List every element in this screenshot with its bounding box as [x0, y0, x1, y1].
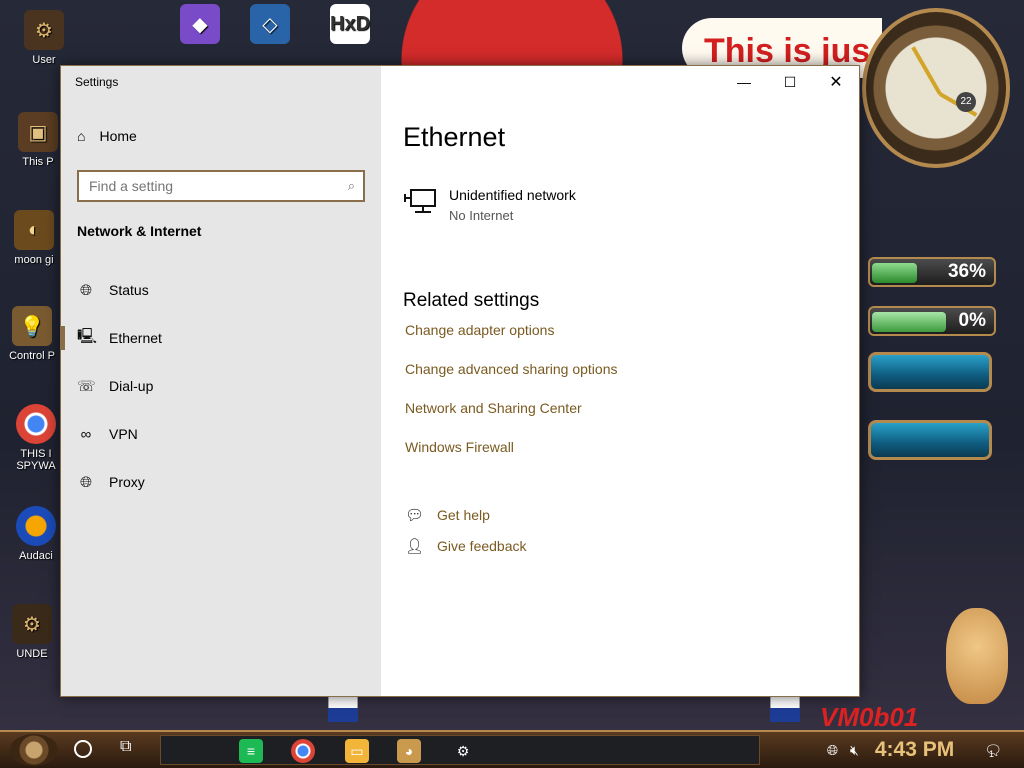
give-feedback-label: Give feedback: [437, 538, 527, 554]
globe-icon: 🌐︎: [79, 281, 92, 299]
related-settings-title: Related settings: [403, 290, 540, 311]
nav-item-label: Proxy: [109, 474, 145, 490]
cpu-gauge-value: 36%: [947, 261, 986, 282]
search-icon[interactable]: ⌕: [348, 178, 355, 194]
memory-gauge: 0%: [868, 306, 996, 336]
desktop-icon-virtualbox[interactable]: ◇: [240, 4, 300, 48]
window-title: Settings: [75, 75, 119, 89]
computer-icon: ▣: [18, 112, 58, 152]
nav-item-label: VPN: [109, 426, 138, 442]
chrome-icon: [16, 404, 56, 444]
nav-item-label: Status: [109, 282, 149, 298]
desktop-icon-audacity[interactable]: Audaci: [6, 506, 66, 562]
visual-studio-icon: ◆: [180, 4, 220, 44]
taskbar-apps: ≡ ▭ ◕ ⚙: [160, 735, 760, 765]
nav-item-proxy[interactable]: 🌐︎ Proxy: [61, 458, 381, 506]
home-nav-item[interactable]: ⌂ Home: [77, 128, 137, 144]
home-icon: ⌂: [77, 128, 86, 144]
desktop-icon-chrome[interactable]: THIS I SPYWA: [6, 404, 66, 472]
desktop-icon-label: Audaci: [19, 550, 53, 562]
lightbulb-icon: 💡: [12, 306, 52, 346]
user-folder-icon: ⚙: [24, 10, 64, 50]
feedback-icon: 👤︎: [405, 538, 425, 555]
desktop-icon-label: moon gi: [14, 254, 54, 266]
notification-count-badge: 1: [988, 749, 994, 759]
desktop-icon-this-pc[interactable]: ▣ This P: [8, 112, 68, 168]
link-windows-firewall[interactable]: Windows Firewall: [405, 439, 618, 478]
link-network-sharing-center[interactable]: Network and Sharing Center: [405, 400, 618, 439]
link-change-advanced-sharing[interactable]: Change advanced sharing options: [405, 361, 618, 400]
hamster-app-icon[interactable]: ◕: [397, 739, 421, 763]
cpu-gauge: 36%: [868, 257, 996, 287]
virtualbox-icon: ◇: [250, 4, 290, 44]
settings-content: Ethernet Unidentified network No Interne…: [403, 66, 859, 696]
link-change-adapter-options[interactable]: Change adapter options: [405, 322, 618, 361]
disk-tube-1: [868, 352, 992, 392]
nav-item-label: Ethernet: [109, 330, 162, 346]
vpn-icon: ∞: [80, 425, 92, 443]
desktop-icon-hxd[interactable]: HxD: [320, 4, 380, 48]
get-help-link[interactable]: 💬︎ Get help: [405, 506, 490, 524]
hamster-image: [946, 608, 1008, 704]
desktop-icon-unde[interactable]: ⚙ UNDE: [2, 604, 62, 660]
nav-item-dialup[interactable]: ☏ Dial-up: [61, 362, 381, 410]
settings-search-box[interactable]: ⌕: [77, 170, 365, 202]
section-label: Network & Internet: [77, 223, 202, 239]
desktop-icon-control-panel[interactable]: 💡 Control P: [2, 306, 62, 362]
cpu-gauge-fill: [872, 263, 917, 283]
start-button[interactable]: [10, 734, 58, 766]
nav-item-label: Dial-up: [109, 378, 154, 394]
taskbar: ⧉ ≡ ▭ ◕ ⚙ 🌐︎ 🔇︎ 4:43 PM 🗨︎ 1: [0, 730, 1024, 768]
desktop-icon-label: UNDE: [16, 648, 48, 660]
moon-icon: ◐: [14, 210, 54, 250]
network-text: Unidentified network No Internet: [449, 186, 576, 223]
related-settings-links: Change adapter options Change advanced s…: [405, 322, 618, 478]
chrome-taskbar-icon[interactable]: [291, 739, 315, 763]
get-help-label: Get help: [437, 507, 490, 523]
network-status-block[interactable]: Unidentified network No Internet: [403, 186, 576, 223]
audacity-icon: [16, 506, 56, 546]
task-view-icon[interactable]: ⧉: [120, 738, 131, 756]
network-computer-icon: [404, 189, 436, 213]
memory-gauge-value: 0%: [958, 310, 986, 331]
memory-gauge-fill: [872, 312, 947, 332]
hxd-icon: HxD: [330, 4, 370, 44]
network-nav: 🌐︎ Status 🖳︎ Ethernet ☏ Dial-up ∞ VPN 🌐︎…: [61, 266, 381, 506]
settings-window: Settings ⌂ Home ⌕ Network & Internet 🌐︎ …: [60, 65, 860, 697]
desktop-icon-visual-studio[interactable]: ◆: [170, 4, 230, 48]
search-input[interactable]: [89, 178, 348, 194]
vm-text: VM0b01: [820, 702, 919, 730]
help-chat-icon: 💬︎: [405, 507, 425, 524]
clock-day-label: 22: [956, 92, 976, 112]
network-tray-icon[interactable]: 🌐︎: [827, 742, 838, 759]
nav-item-vpn[interactable]: ∞ VPN: [61, 410, 381, 458]
network-status: No Internet: [449, 208, 514, 223]
gear-icon: ⚙: [12, 604, 52, 644]
network-name: Unidentified network: [449, 187, 576, 203]
cortana-search-icon[interactable]: [74, 740, 92, 758]
desktop-icon-label: Control P: [9, 350, 55, 362]
dialup-icon: ☏: [77, 378, 96, 395]
spotify-icon[interactable]: ≡: [239, 739, 263, 763]
desktop-icon-moon[interactable]: ◐ moon gi: [4, 210, 64, 266]
nav-item-status[interactable]: 🌐︎ Status: [61, 266, 381, 314]
give-feedback-link[interactable]: 👤︎ Give feedback: [405, 537, 527, 555]
steampunk-clock-widget: 22: [862, 8, 1010, 168]
ethernet-icon: 🖳︎: [77, 327, 98, 345]
nav-item-ethernet[interactable]: 🖳︎ Ethernet: [61, 314, 381, 362]
file-explorer-icon[interactable]: ▭: [345, 739, 369, 763]
disk-tube-2: [868, 420, 992, 460]
page-title: Ethernet: [403, 122, 506, 152]
desktop-icon-label: THIS I SPYWA: [16, 448, 56, 472]
taskbar-clock[interactable]: 4:43 PM: [875, 738, 954, 762]
globe-icon: 🌐︎: [79, 473, 92, 491]
desktop-icon-user[interactable]: ⚙ User: [14, 10, 74, 66]
home-label: Home: [99, 128, 137, 144]
settings-sidebar: Settings ⌂ Home ⌕ Network & Internet 🌐︎ …: [61, 66, 381, 696]
clock-hour-hand: [911, 46, 942, 95]
volume-muted-icon[interactable]: 🔇︎: [850, 742, 859, 759]
settings-gear-icon[interactable]: ⚙: [451, 739, 475, 763]
desktop-icon-label: This P: [22, 156, 54, 168]
